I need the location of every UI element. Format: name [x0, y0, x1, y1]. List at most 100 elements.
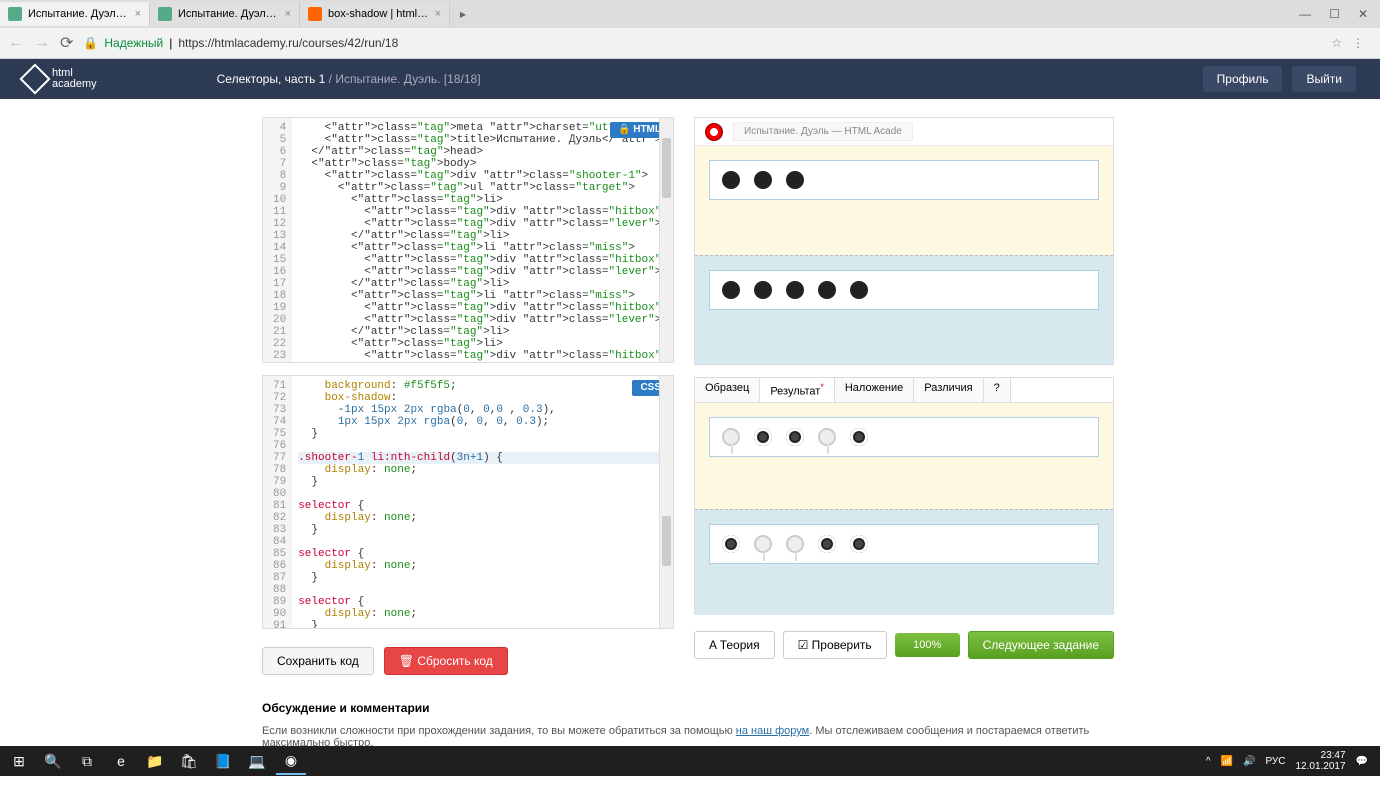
- crumb-main[interactable]: Селекторы, часть 1: [217, 72, 326, 86]
- target-dot: [754, 171, 772, 189]
- target-dot: [722, 281, 740, 299]
- result-tabs: Образец Результат* Наложение Различия ?: [694, 377, 1114, 403]
- lock-icon: 🔒: [83, 36, 98, 50]
- menu-icon[interactable]: ⋮: [1352, 36, 1364, 50]
- reset-button[interactable]: 🗑 Сбросить код: [384, 647, 508, 675]
- target-dot: [818, 281, 836, 299]
- secure-label: Надежный: [104, 36, 163, 50]
- star-icon[interactable]: ☆: [1331, 36, 1342, 50]
- profile-button[interactable]: Профиль: [1203, 66, 1283, 92]
- html-code[interactable]: <"attr">class="tag">meta "attr">charset=…: [292, 118, 673, 362]
- opera-icon: [705, 123, 723, 141]
- target-dot: [722, 171, 740, 189]
- save-button[interactable]: Сохранить код: [262, 647, 374, 675]
- target-hit: [818, 535, 836, 553]
- target-lever: [722, 428, 740, 446]
- right-column: Испытание. Дуэль — HTML Acade: [694, 117, 1114, 675]
- target-lever: [818, 428, 836, 446]
- logo-icon: [19, 63, 50, 94]
- language-indicator[interactable]: РУС: [1265, 756, 1285, 767]
- target-hit: [786, 428, 804, 446]
- store-icon[interactable]: 🛍: [174, 747, 204, 775]
- close-icon[interactable]: ×: [285, 8, 291, 20]
- preview-title: Испытание. Дуэль — HTML Acade: [733, 122, 913, 141]
- css-code[interactable]: background: #f5f5f5; box-shadow: -1px 15…: [292, 376, 673, 628]
- target-hit: [850, 535, 868, 553]
- next-button[interactable]: Следующее задание: [968, 631, 1114, 659]
- target-lever: [754, 535, 772, 553]
- target-dot: [754, 281, 772, 299]
- logo[interactable]: html academy: [24, 68, 97, 90]
- back-icon[interactable]: ←: [8, 34, 24, 52]
- crumb-sub: Испытание. Дуэль. [18/18]: [335, 72, 480, 86]
- app-icon[interactable]: 📘: [208, 747, 238, 775]
- favicon-icon: [158, 7, 172, 21]
- tab-sample[interactable]: Образец: [695, 378, 760, 402]
- tray-chevron-icon[interactable]: ^: [1206, 756, 1211, 767]
- browser-tab[interactable]: box-shadow | htmlbook… ×: [300, 2, 450, 26]
- chrome-icon[interactable]: ◉: [276, 747, 306, 775]
- tab-diff[interactable]: Различия: [914, 378, 983, 402]
- left-column: 🔒 HTML 456789101112131415161718192021222…: [262, 117, 674, 675]
- check-button[interactable]: ☑ Проверить: [783, 631, 887, 659]
- taskbar: ⊞ 🔍 ⧉ e 📁 🛍 📘 💻 ◉ ^ 📶 🔊 РУС 23:47 12.01.…: [0, 746, 1380, 776]
- maximize-icon[interactable]: ☐: [1329, 7, 1340, 21]
- notifications-icon[interactable]: 💬: [1356, 756, 1368, 767]
- reset-label: Сбросить код: [417, 654, 492, 668]
- scrollbar[interactable]: [659, 376, 673, 628]
- logo-text-2: academy: [52, 79, 97, 90]
- favicon-icon: [8, 7, 22, 21]
- check-label: Проверить: [812, 638, 872, 652]
- app-icon[interactable]: 💻: [242, 747, 272, 775]
- progress-bar: 100%: [895, 633, 960, 657]
- edge-icon[interactable]: e: [106, 747, 136, 775]
- window-controls: — ☐ ✕: [1299, 7, 1380, 21]
- clock-time[interactable]: 23:47: [1295, 750, 1345, 761]
- css-editor[interactable]: CSS 717273747576777879808182838485868788…: [262, 375, 674, 629]
- reload-icon[interactable]: ⟳: [60, 33, 73, 53]
- search-icon[interactable]: 🔍: [38, 747, 68, 775]
- html-editor[interactable]: 🔒 HTML 456789101112131415161718192021222…: [262, 117, 674, 363]
- scrollbar[interactable]: [659, 118, 673, 362]
- breadcrumb: Селекторы, часть 1 / Испытание. Дуэль. […: [217, 72, 481, 86]
- start-icon[interactable]: ⊞: [4, 747, 34, 775]
- tab-overlay[interactable]: Наложение: [835, 378, 914, 402]
- volume-icon[interactable]: 🔊: [1243, 756, 1255, 767]
- css-gutter: 7172737475767778798081828384858687888990…: [263, 376, 292, 628]
- browser-tab[interactable]: Испытание. Дуэль. [18/… ×: [150, 2, 300, 26]
- close-icon[interactable]: ×: [435, 8, 441, 20]
- minimize-icon[interactable]: —: [1299, 7, 1311, 21]
- html-gutter: 456789101112131415161718192021222324: [263, 118, 292, 362]
- tab-help[interactable]: ?: [984, 378, 1011, 402]
- target-lever: [786, 535, 804, 553]
- logout-button[interactable]: Выйти: [1292, 66, 1356, 92]
- new-tab-button[interactable]: ▸: [450, 7, 476, 21]
- address-bar[interactable]: 🔒 Надежный | https://htmlacademy.ru/cour…: [83, 36, 1321, 50]
- target-hit: [722, 535, 740, 553]
- system-tray: ^ 📶 🔊 РУС 23:47 12.01.2017 💬: [1206, 750, 1376, 772]
- explorer-icon[interactable]: 📁: [140, 747, 170, 775]
- tab-result[interactable]: Результат*: [760, 378, 835, 402]
- browser-chrome: Испытание. Дуэль. — С… × Испытание. Дуэл…: [0, 0, 1380, 59]
- crumb-sep: /: [325, 72, 335, 86]
- discussion-p1a: Если возникли сложности при прохождении …: [262, 725, 736, 737]
- browser-tab[interactable]: Испытание. Дуэль. — С… ×: [0, 2, 150, 26]
- theory-button[interactable]: A Теория: [694, 631, 775, 659]
- taskview-icon[interactable]: ⧉: [72, 747, 102, 775]
- tab-title: Испытание. Дуэль. [18/…: [178, 8, 279, 20]
- close-icon[interactable]: ×: [135, 8, 141, 20]
- target-dot: [850, 281, 868, 299]
- tabs-row: Испытание. Дуэль. — С… × Испытание. Дуэл…: [0, 0, 1380, 28]
- forward-icon[interactable]: →: [34, 34, 50, 52]
- main-layout: 🔒 HTML 456789101112131415161718192021222…: [0, 99, 1380, 685]
- preview-frame: Испытание. Дуэль — HTML Acade: [694, 117, 1114, 365]
- close-icon[interactable]: ✕: [1358, 7, 1368, 21]
- tab-title: box-shadow | htmlbook…: [328, 8, 429, 20]
- clock-date[interactable]: 12.01.2017: [1295, 761, 1345, 772]
- discussion-heading: Обсуждение и комментарии: [262, 701, 1118, 715]
- result-preview: [694, 403, 1114, 615]
- changed-indicator-icon: *: [820, 382, 824, 392]
- forum-link[interactable]: на наш форум: [736, 725, 809, 737]
- target-box: [709, 270, 1099, 310]
- network-icon[interactable]: 📶: [1221, 756, 1233, 767]
